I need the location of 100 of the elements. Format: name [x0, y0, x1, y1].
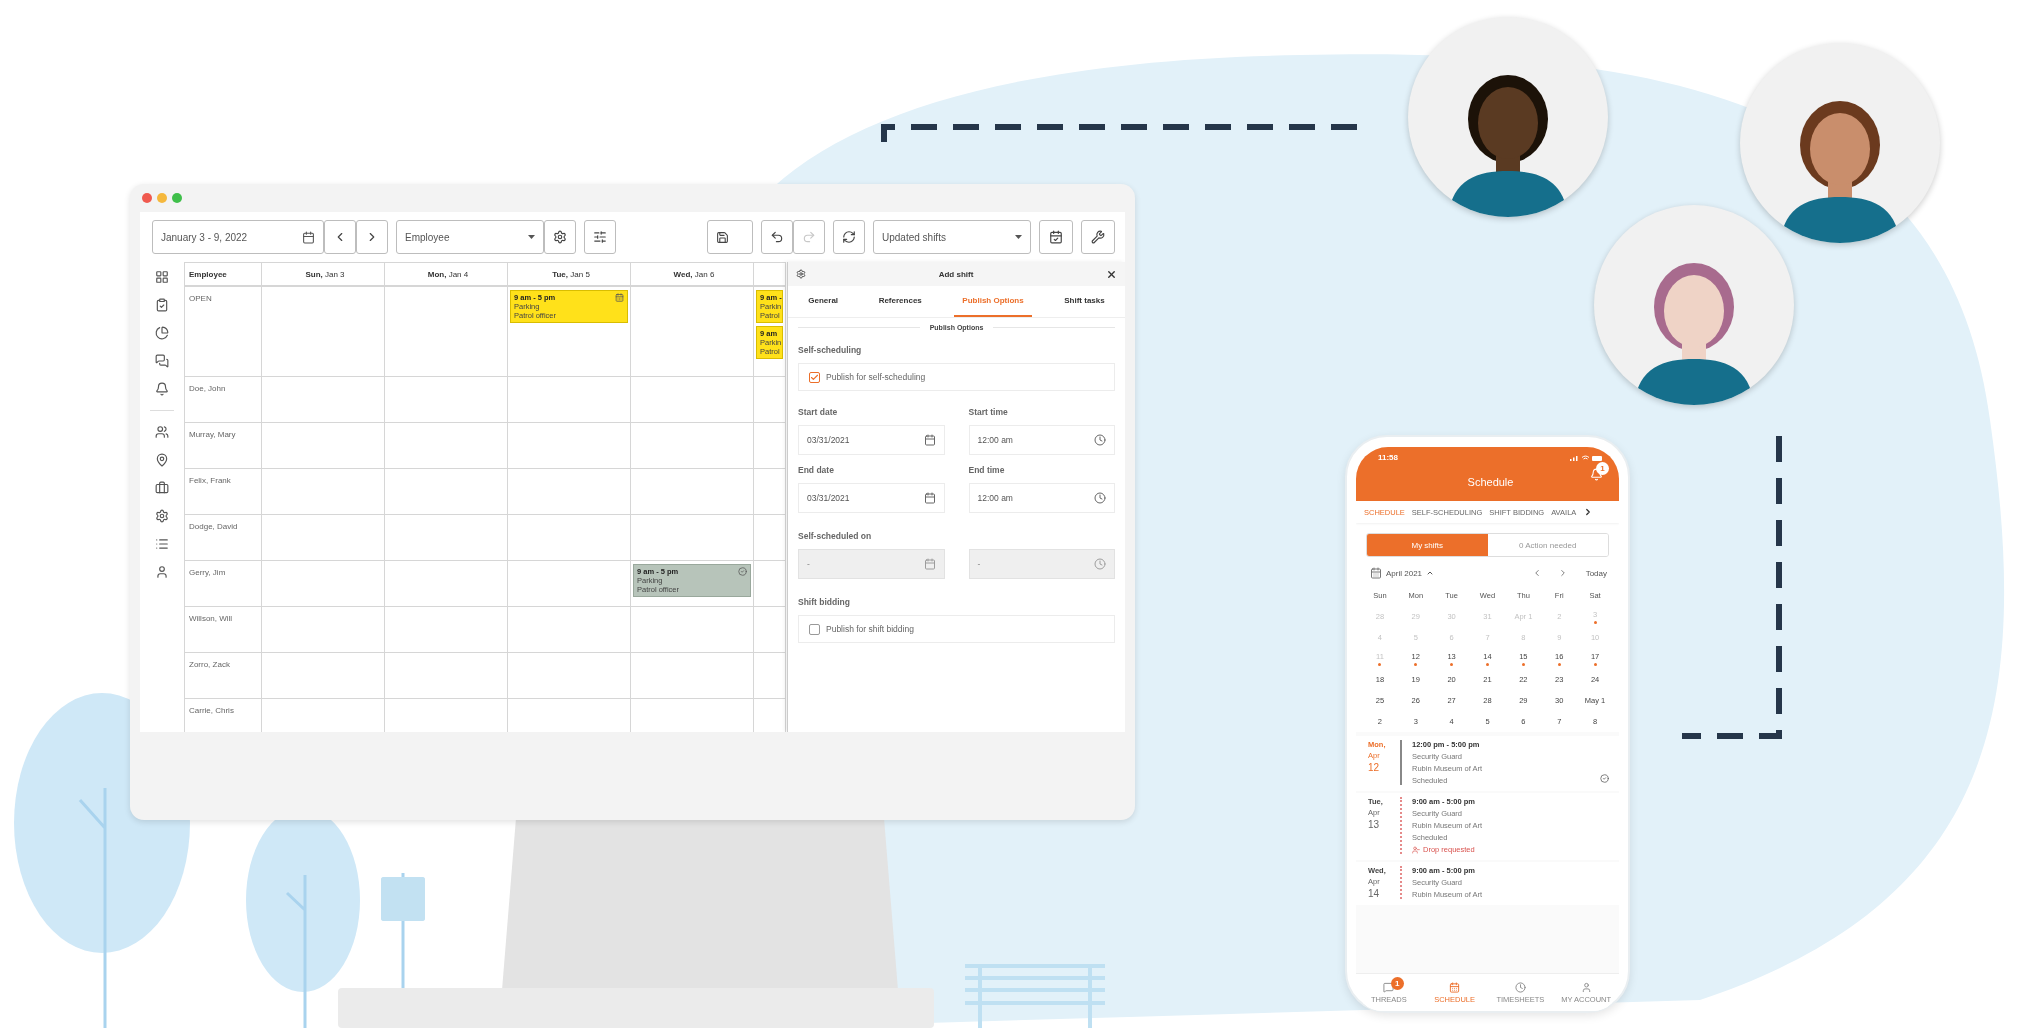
schedule-cell[interactable]: [754, 469, 786, 515]
schedule-cell[interactable]: [262, 561, 385, 607]
section-heading: Self-scheduled on: [798, 531, 873, 541]
schedule-cell[interactable]: [631, 653, 754, 699]
refresh-icon: [842, 230, 856, 244]
undo-button[interactable]: [761, 220, 793, 254]
save-icon: [716, 230, 729, 244]
schedule-cell[interactable]: [508, 653, 631, 699]
status-time: 11:58: [1378, 453, 1399, 462]
schedule-cell[interactable]: [508, 607, 631, 653]
date-field[interactable]: 03/31/2021: [798, 425, 945, 455]
column-header: Wed, Jan 6: [631, 263, 754, 287]
schedule-cell[interactable]: [385, 561, 508, 607]
schedule-cell[interactable]: [262, 469, 385, 515]
schedule-cell[interactable]: [385, 607, 508, 653]
schedule-cell[interactable]: [385, 653, 508, 699]
checkbox[interactable]: [809, 371, 820, 383]
schedule-cell[interactable]: [508, 515, 631, 561]
clock-icon: [1514, 981, 1526, 993]
checkbox-field[interactable]: Publish for shift bidding: [798, 615, 1115, 643]
schedule-cell[interactable]: [262, 287, 385, 377]
close-icon[interactable]: [1106, 268, 1117, 280]
calendar-icon: [615, 293, 624, 302]
wrench-icon: [1091, 230, 1105, 244]
schedule-cell[interactable]: [262, 653, 385, 699]
schedule-cell[interactable]: [754, 515, 786, 561]
check-circle-icon: [1600, 774, 1609, 783]
clock-icon: [1094, 492, 1106, 504]
schedule-cell[interactable]: [631, 287, 754, 377]
schedule-cell[interactable]: [262, 377, 385, 423]
undo-icon: [770, 230, 784, 244]
date-field[interactable]: 03/31/2021: [798, 483, 945, 513]
schedule-cell[interactable]: [262, 515, 385, 561]
user-icon[interactable]: [155, 565, 169, 579]
month-label[interactable]: April 2021: [1386, 568, 1423, 578]
schedule-cell[interactable]: [754, 377, 786, 423]
bell-icon[interactable]: [1590, 468, 1603, 481]
maximize-light[interactable]: [172, 193, 182, 203]
schedule-cell[interactable]: [385, 287, 508, 377]
schedule-cell[interactable]: [631, 423, 754, 469]
save-button[interactable]: [707, 220, 753, 254]
schedule-cell[interactable]: [385, 377, 508, 423]
settings-icon[interactable]: [155, 509, 169, 523]
next-button[interactable]: [356, 220, 388, 254]
schedule-cell[interactable]: [631, 515, 754, 561]
checkbox-field[interactable]: Publish for self-scheduling: [798, 363, 1115, 391]
bell-icon[interactable]: [155, 382, 169, 396]
date-range-field[interactable]: January 3 - 9, 2022: [152, 220, 324, 254]
previous-button[interactable]: [324, 220, 356, 254]
schedule-cell[interactable]: [385, 469, 508, 515]
schedule-cell[interactable]: [508, 377, 631, 423]
time-field[interactable]: 12:00 am: [968, 425, 1115, 455]
caret-icon[interactable]: [1426, 569, 1435, 577]
today-link[interactable]: Today: [1585, 568, 1607, 578]
checkbox-label: Publish for shift bidding: [826, 624, 914, 634]
settings-button[interactable]: [544, 220, 576, 254]
employee-name-cell: Dodge, David: [185, 515, 262, 561]
check-circle-icon: [738, 567, 747, 576]
panel-tab[interactable]: General: [800, 286, 847, 317]
panel-tab[interactable]: References: [870, 286, 930, 317]
clock-icon: [1094, 558, 1106, 570]
day-number: 14: [1368, 888, 1381, 899]
group-by-select[interactable]: Employee: [396, 220, 544, 254]
briefcase-icon[interactable]: [155, 481, 169, 495]
pie-chart-icon[interactable]: [155, 326, 169, 340]
schedule-cell[interactable]: [508, 469, 631, 515]
schedule-cell[interactable]: [754, 423, 786, 469]
minimize-light[interactable]: [157, 193, 167, 203]
day-number: 12: [1368, 762, 1381, 773]
schedule-cell[interactable]: [262, 607, 385, 653]
schedule-cell[interactable]: [631, 469, 754, 515]
schedule-cell[interactable]: [754, 653, 786, 699]
filter-button[interactable]: [584, 220, 616, 254]
map-pin-icon[interactable]: [155, 453, 169, 467]
list-icon[interactable]: [155, 537, 169, 551]
users-icon[interactable]: [155, 425, 169, 439]
tools-button[interactable]: [1081, 220, 1115, 254]
schedule-cell[interactable]: [508, 561, 631, 607]
clipboard-check-icon[interactable]: [155, 298, 169, 312]
schedule-cell[interactable]: [508, 423, 631, 469]
close-light[interactable]: [142, 193, 152, 203]
panel-tab[interactable]: Shift tasks: [1056, 286, 1113, 317]
schedule-cell[interactable]: [754, 607, 786, 653]
employee-name-cell: OPEN: [185, 287, 262, 377]
time-field[interactable]: 12:00 am: [968, 483, 1115, 513]
checkbox[interactable]: [809, 623, 820, 635]
schedule-cell[interactable]: [385, 515, 508, 561]
schedule-cell[interactable]: [385, 423, 508, 469]
calendar-icon: [1449, 981, 1461, 993]
chat-icon[interactable]: [155, 354, 169, 368]
schedule-cell[interactable]: [631, 377, 754, 423]
schedule-cell[interactable]: [754, 561, 786, 607]
apps-grid-icon[interactable]: [155, 270, 169, 284]
settings-icon[interactable]: [796, 269, 806, 279]
calendar-icon: [302, 230, 315, 244]
calendar-button[interactable]: [1039, 220, 1073, 254]
schedule-cell[interactable]: [262, 423, 385, 469]
schedule-cell[interactable]: [631, 607, 754, 653]
filter-select[interactable]: Updated shifts: [873, 220, 1031, 254]
refresh-button[interactable]: [833, 220, 865, 254]
